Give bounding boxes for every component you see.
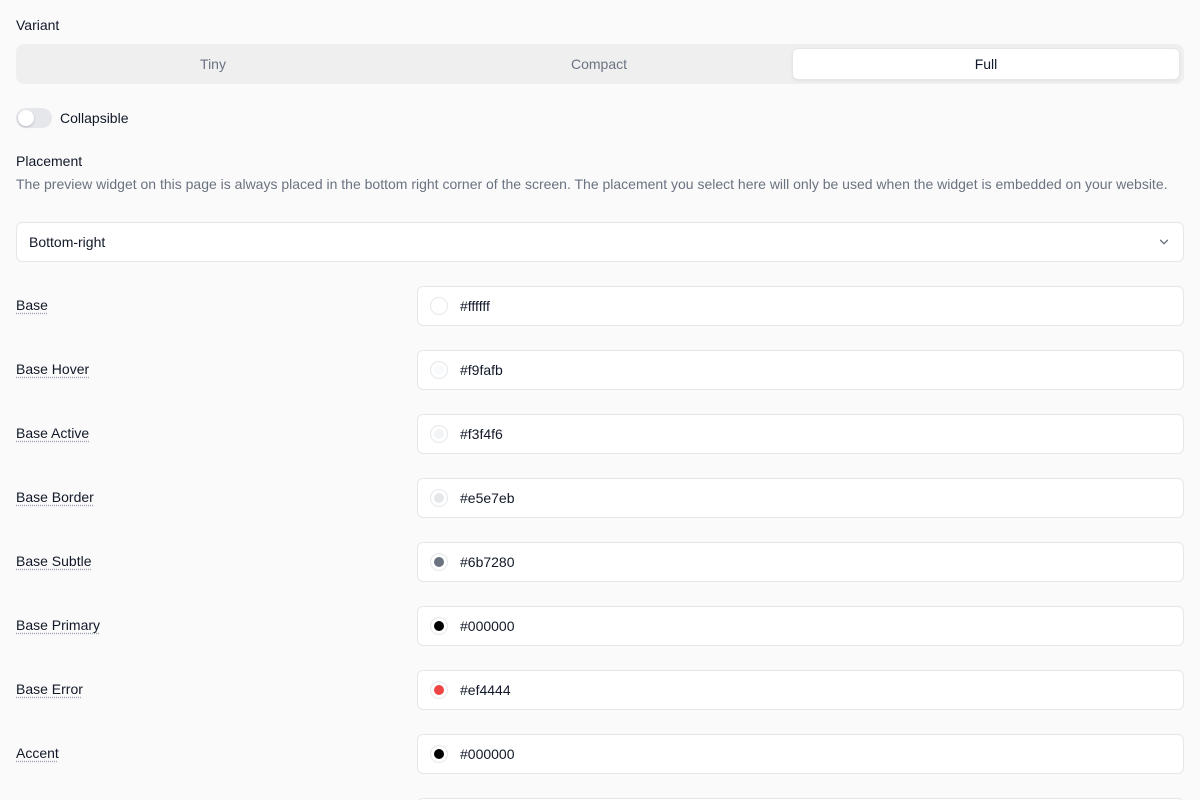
color-swatch-dot: [434, 557, 444, 567]
color-row-base-active: Base Active #f3f4f6: [16, 414, 1184, 454]
toggle-knob: [18, 110, 34, 126]
color-row-base-primary: Base Primary #000000: [16, 606, 1184, 646]
color-label-base: Base: [16, 297, 48, 313]
collapsible-toggle[interactable]: [16, 108, 52, 128]
color-value-base: #ffffff: [460, 298, 490, 314]
color-swatch-dot: [434, 621, 444, 631]
chevron-down-icon: [1159, 239, 1169, 245]
variant-segmented-control: Tiny Compact Full: [16, 44, 1184, 84]
color-label-base-subtle: Base Subtle: [16, 553, 92, 569]
color-swatch-base-subtle[interactable]: [430, 553, 448, 571]
collapsible-label: Collapsible: [60, 110, 129, 126]
color-row-base-border: Base Border #e5e7eb: [16, 478, 1184, 518]
color-swatch-dot: [434, 365, 444, 375]
color-value-base-subtle: #6b7280: [460, 554, 515, 570]
color-label-base-hover: Base Hover: [16, 361, 90, 377]
collapsible-row: Collapsible: [16, 108, 128, 128]
color-row-base-subtle: Base Subtle #6b7280: [16, 542, 1184, 582]
color-swatch-base-border[interactable]: [430, 489, 448, 507]
color-swatch-dot: [434, 493, 444, 503]
color-swatch-dot: [434, 301, 444, 311]
color-label-base-border: Base Border: [16, 489, 94, 505]
variant-option-compact[interactable]: Compact: [406, 48, 792, 80]
widget-settings-page: Variant Tiny Compact Full Collapsible Pl…: [0, 0, 1200, 800]
color-label-accent: Accent: [16, 745, 59, 761]
color-row-base: Base #ffffff: [16, 286, 1184, 326]
color-value-base-primary: #000000: [460, 618, 515, 634]
color-row-base-hover: Base Hover #f9fafb: [16, 350, 1184, 390]
color-label-base-active: Base Active: [16, 425, 90, 441]
placement-select-value: Bottom-right: [29, 234, 106, 250]
color-input-base-primary[interactable]: #000000: [417, 606, 1184, 646]
color-swatch-base[interactable]: [430, 297, 448, 315]
color-swatch-dot: [434, 429, 444, 439]
color-swatch-base-hover[interactable]: [430, 361, 448, 379]
color-input-base-border[interactable]: #e5e7eb: [417, 478, 1184, 518]
variant-label: Variant: [16, 17, 60, 33]
color-value-base-error: #ef4444: [460, 682, 511, 698]
color-swatch-accent[interactable]: [430, 745, 448, 763]
variant-option-full[interactable]: Full: [792, 48, 1180, 80]
color-label-base-error: Base Error: [16, 681, 83, 697]
color-value-base-active: #f3f4f6: [460, 426, 503, 442]
color-input-base-active[interactable]: #f3f4f6: [417, 414, 1184, 454]
color-value-base-border: #e5e7eb: [460, 490, 515, 506]
color-value-accent: #000000: [460, 746, 515, 762]
color-swatch-base-error[interactable]: [430, 681, 448, 699]
color-input-base[interactable]: #ffffff: [417, 286, 1184, 326]
color-swatch-dot: [434, 685, 444, 695]
color-row-accent: Accent #000000: [16, 734, 1184, 774]
variant-option-tiny[interactable]: Tiny: [20, 48, 406, 80]
color-input-base-subtle[interactable]: #6b7280: [417, 542, 1184, 582]
color-swatch-base-active[interactable]: [430, 425, 448, 443]
color-label-base-primary: Base Primary: [16, 617, 101, 633]
color-row-base-error: Base Error #ef4444: [16, 670, 1184, 710]
color-swatch-dot: [434, 749, 444, 759]
color-value-base-hover: #f9fafb: [460, 362, 503, 378]
placement-label: Placement: [16, 153, 83, 169]
color-swatch-base-primary[interactable]: [430, 617, 448, 635]
placement-help-text: The preview widget on this page is alway…: [16, 176, 1168, 192]
color-input-base-error[interactable]: #ef4444: [417, 670, 1184, 710]
color-input-base-hover[interactable]: #f9fafb: [417, 350, 1184, 390]
placement-select[interactable]: Bottom-right: [16, 222, 1184, 262]
color-input-accent[interactable]: #000000: [417, 734, 1184, 774]
